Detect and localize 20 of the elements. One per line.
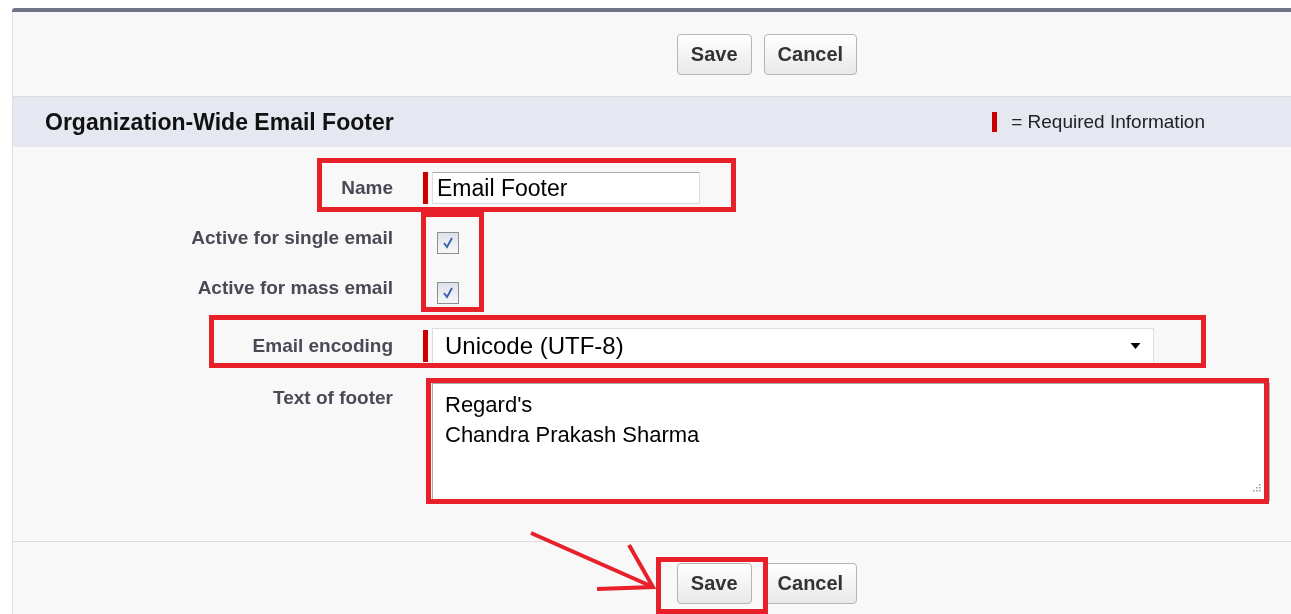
checkbox[interactable] [437, 232, 459, 254]
resize-grip-icon [1251, 482, 1261, 492]
field-label: Text of footer [272, 386, 393, 409]
field-label: Active for mass email [196, 277, 393, 299]
footer-textarea[interactable]: Regard's Chandra Prakash Sharma [432, 383, 1270, 501]
checkmark-icon [440, 285, 456, 301]
checkmark-icon [440, 235, 456, 251]
form-button[interactable]: Save [676, 562, 752, 604]
caret-icon [1130, 343, 1141, 349]
name-field[interactable]: Email Footer [432, 172, 700, 204]
encoding-select[interactable]: Unicode (UTF-8) [432, 328, 1154, 364]
required-legend: = Required Information [1011, 111, 1205, 133]
field-label: Name [340, 177, 393, 199]
checkbox[interactable] [437, 282, 459, 304]
form-button[interactable]: Cancel [763, 33, 858, 75]
field-label: Active for single email [190, 227, 393, 249]
form-button[interactable]: Save [676, 33, 752, 75]
required-marker [992, 112, 998, 132]
field-label: Email encoding [251, 335, 393, 357]
section-title: Organization-Wide Email Footer [45, 108, 394, 136]
